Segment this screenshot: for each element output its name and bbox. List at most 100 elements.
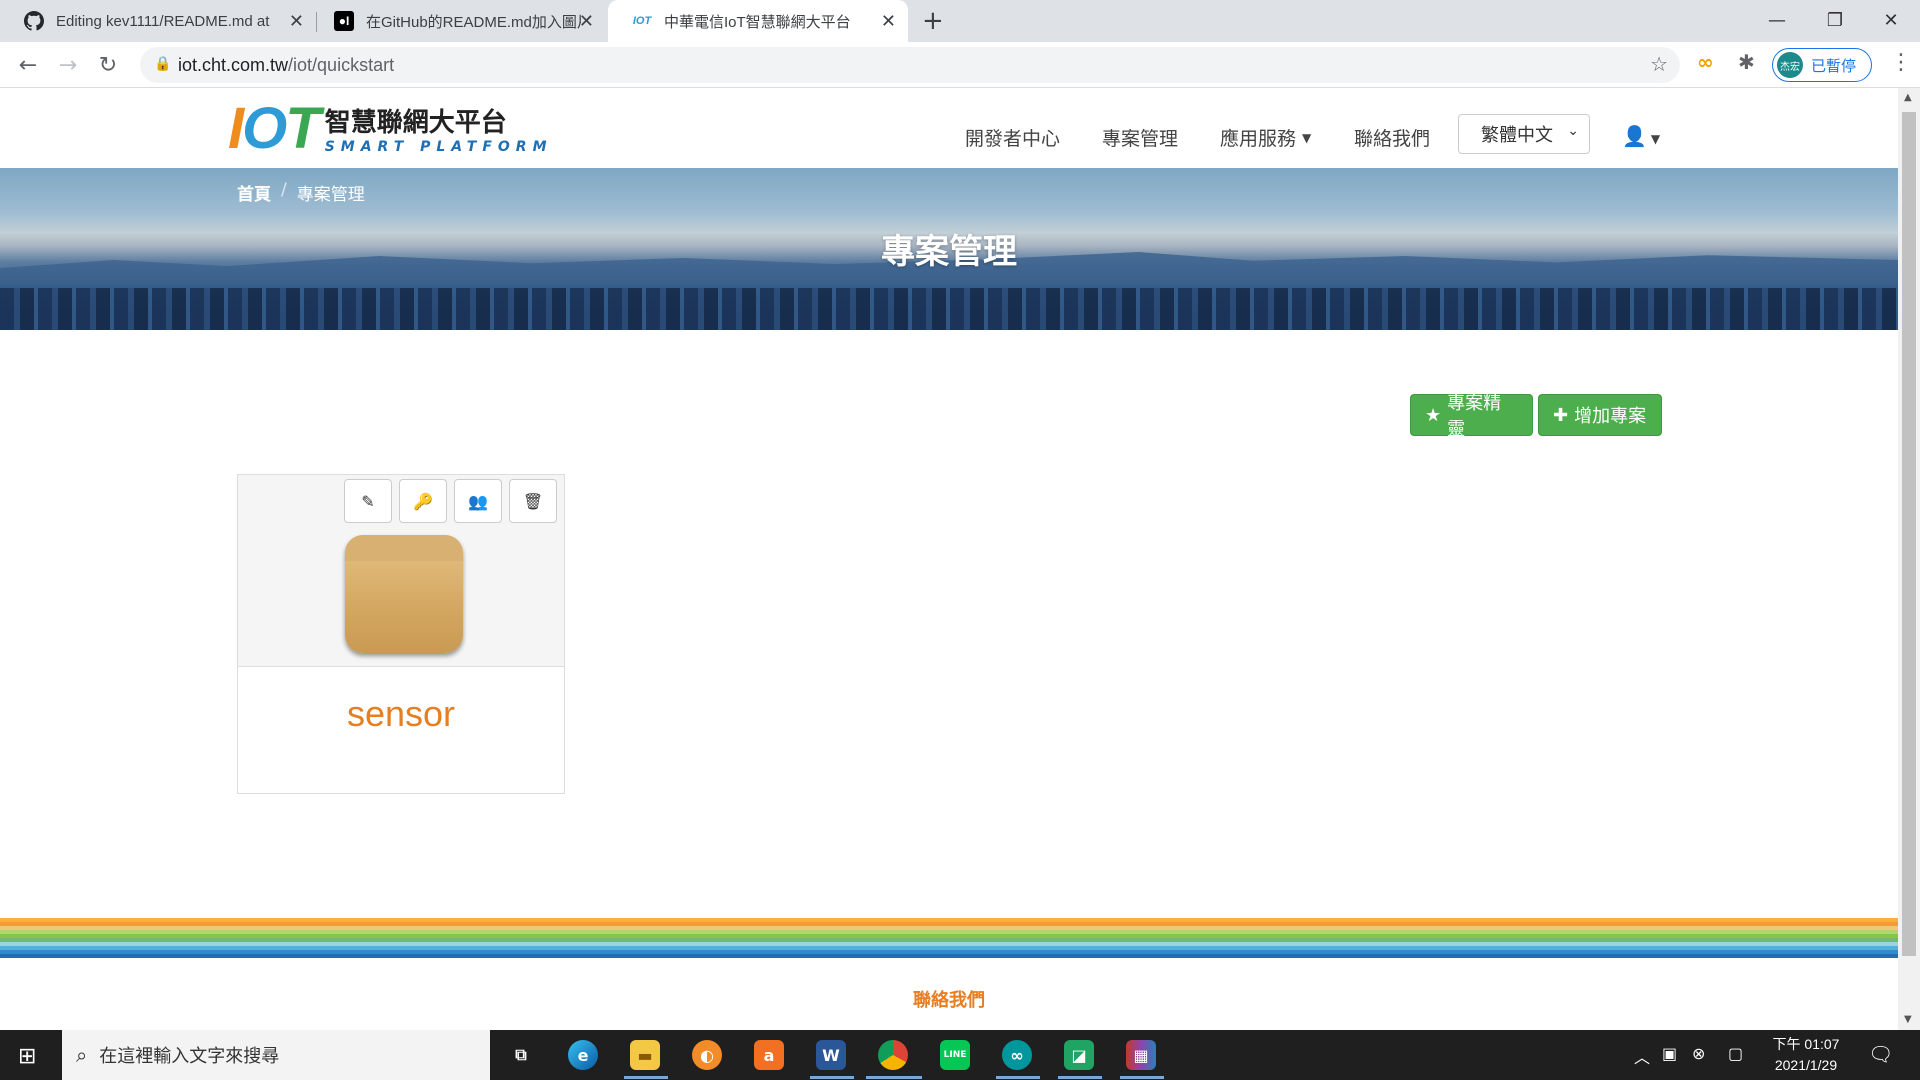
project-name[interactable]: sensor <box>238 693 564 735</box>
clock-time: 下午 01:07 <box>1772 1036 1840 1052</box>
network-icon[interactable]: ▣ <box>1662 1044 1677 1063</box>
close-icon[interactable]: ✕ <box>881 11 896 32</box>
close-icon[interactable]: ✕ <box>579 11 594 32</box>
breadcrumb-current: 專案管理 <box>296 185 365 205</box>
key-button[interactable]: 🔑 <box>399 479 447 523</box>
trash-icon: 🗑 <box>522 491 544 511</box>
new-tab-button[interactable]: + <box>922 6 944 36</box>
tab-strip: Editing kev1111/README.md at ✕ ●I 在GitHu… <box>0 0 1920 42</box>
system-clock[interactable]: 下午 01:07 2021/1/29 <box>1766 1034 1846 1076</box>
site-logo[interactable]: IOT 智慧聯網大平台 SMART PLATFORM <box>228 95 553 161</box>
project-card: ✎ 🔑 👥 🗑 sensor <box>237 474 565 794</box>
chevron-up-icon[interactable]: ︿ <box>1634 1044 1650 1068</box>
scroll-down-icon[interactable]: ▼ <box>1904 1014 1912 1025</box>
url-path: /iot/quickstart <box>288 55 395 75</box>
tab-iot[interactable]: IOT 中華電信IoT智慧聯網大平台 ✕ <box>608 0 908 42</box>
project-card-header: ✎ 🔑 👥 🗑 <box>238 475 564 667</box>
medium-icon: ●I <box>334 11 354 31</box>
tab-title: Editing kev1111/README.md at <box>56 12 270 30</box>
logo-chinese: 智慧聯網大平台 <box>324 107 507 138</box>
logo-iot: IOT <box>228 95 321 161</box>
vpn-shield-icon[interactable]: ◐ <box>692 1040 722 1070</box>
ime-icon[interactable]: ▢ <box>1728 1044 1743 1063</box>
language-select[interactable]: 繁體中文 ⌄ <box>1458 114 1590 154</box>
taskbar-search[interactable]: ⌕ 在這裡輸入文字來搜尋 <box>62 1030 490 1080</box>
running-indicator <box>866 1076 922 1079</box>
lock-icon: 🔒 <box>154 56 172 72</box>
members-button[interactable]: 👥 <box>454 479 502 523</box>
running-indicator <box>1120 1076 1164 1079</box>
delete-button[interactable]: 🗑 <box>509 479 557 523</box>
tab-github[interactable]: Editing kev1111/README.md at ✕ <box>0 0 316 42</box>
footer-contact-link[interactable]: 聯絡我們 <box>0 986 1898 1012</box>
language-value: 繁體中文 <box>1481 125 1553 146</box>
page-title: 專案管理 <box>881 232 1017 272</box>
browser-chrome: Editing kev1111/README.md at ✕ ●I 在GitHu… <box>0 0 1920 88</box>
x-circle-icon[interactable]: ⊗ <box>1692 1044 1705 1063</box>
profile-button[interactable]: 杰宏 已暫停 <box>1772 48 1872 82</box>
scroll-up-icon[interactable]: ▲ <box>1904 92 1912 103</box>
page-banner: 首頁 / 專案管理 專案管理 <box>0 168 1898 330</box>
running-indicator <box>1058 1076 1102 1079</box>
close-window-button[interactable]: ✕ <box>1862 0 1920 40</box>
extensions-puzzle-icon[interactable]: ✱ <box>1738 50 1755 74</box>
user-icon: 👤 <box>1622 124 1647 148</box>
breadcrumb-home[interactable]: 首頁 <box>237 180 271 205</box>
avast-icon[interactable]: a <box>754 1040 784 1070</box>
breadcrumb: 首頁 / 專案管理 <box>237 180 365 205</box>
notification-icon[interactable]: 🗨 <box>1868 1042 1893 1066</box>
tab-title: 中華電信IoT智慧聯網大平台 <box>664 13 851 31</box>
users-icon: 👥 <box>468 491 488 511</box>
nav-app-services[interactable]: 應用服務 ▼ <box>1220 124 1311 151</box>
project-wizard-button[interactable]: ★ 專案精靈 <box>1410 393 1533 440</box>
file-explorer-icon[interactable]: ▬ <box>630 1040 660 1070</box>
line-icon[interactable]: LINE <box>940 1040 970 1070</box>
nav-app-services-label: 應用服務 <box>1220 128 1297 150</box>
caret-down-icon: ▼ <box>1302 130 1312 145</box>
user-menu[interactable]: 👤 ▼ <box>1622 124 1660 148</box>
restore-button[interactable]: ❐ <box>1806 0 1864 40</box>
tab-medium[interactable]: ●I 在GitHub的README.md加入圖片 ✕ <box>310 0 606 42</box>
winrar-icon[interactable]: ▦ <box>1126 1040 1156 1070</box>
back-icon[interactable]: ← <box>12 50 44 80</box>
running-indicator <box>810 1076 854 1079</box>
nav-project-management[interactable]: 專案管理 <box>1102 124 1178 151</box>
app-green-icon[interactable]: ◪ <box>1064 1040 1094 1070</box>
browser-toolbar: ← → ↻ 🔒 iot.cht.com.tw/iot/quickstart ☆ … <box>0 42 1920 88</box>
footer-stripes <box>0 918 1898 968</box>
logo-english: SMART PLATFORM <box>324 138 553 155</box>
menu-dots-icon[interactable]: ⋮ <box>1890 50 1912 75</box>
running-indicator <box>624 1076 668 1079</box>
add-project-label: 增加專案 <box>1574 406 1647 427</box>
tab-title: 在GitHub的README.md加入圖片 <box>366 13 581 31</box>
arduino-icon[interactable]: ∞ <box>1002 1040 1032 1070</box>
word-icon[interactable]: W <box>816 1040 846 1070</box>
close-icon[interactable]: ✕ <box>289 11 304 32</box>
search-icon: ⌕ <box>76 1043 88 1067</box>
address-bar[interactable]: 🔒 iot.cht.com.tw/iot/quickstart ☆ <box>140 47 1680 83</box>
iot-icon: IOT <box>632 15 652 27</box>
profile-status: 已暫停 <box>1811 57 1857 75</box>
avatar: 杰宏 <box>1777 52 1803 78</box>
logo-text: 智慧聯網大平台 SMART PLATFORM <box>325 102 553 155</box>
forward-icon[interactable]: → <box>52 50 84 80</box>
minimize-button[interactable]: — <box>1748 0 1806 40</box>
page-scrollbar[interactable]: ▲ ▼ <box>1898 88 1920 1030</box>
url-host: iot.cht.com.tw <box>178 55 289 75</box>
banner-city <box>0 288 1898 330</box>
edit-button[interactable]: ✎ <box>344 479 392 523</box>
extension-co-icon[interactable]: ∞ <box>1697 50 1714 74</box>
add-project-button[interactable]: ✚ 增加專案 <box>1538 394 1662 436</box>
folder-icon[interactable] <box>345 535 463 653</box>
taskbar-search-placeholder: 在這裡輸入文字來搜尋 <box>99 1046 280 1067</box>
edge-icon[interactable]: e <box>568 1040 598 1070</box>
task-view-icon[interactable]: ⧉ <box>506 1040 536 1070</box>
nav-developer-center[interactable]: 開發者中心 <box>965 124 1060 151</box>
reload-icon[interactable]: ↻ <box>92 50 124 80</box>
bookmark-star-icon[interactable]: ☆ <box>1650 52 1668 76</box>
scrollbar-thumb[interactable] <box>1902 112 1916 956</box>
project-wizard-label: 專案精靈 <box>1447 393 1502 440</box>
nav-contact-us[interactable]: 聯絡我們 <box>1354 124 1430 151</box>
windows-start-icon[interactable]: ⊞ <box>18 1044 36 1069</box>
chrome-icon[interactable] <box>878 1040 908 1070</box>
